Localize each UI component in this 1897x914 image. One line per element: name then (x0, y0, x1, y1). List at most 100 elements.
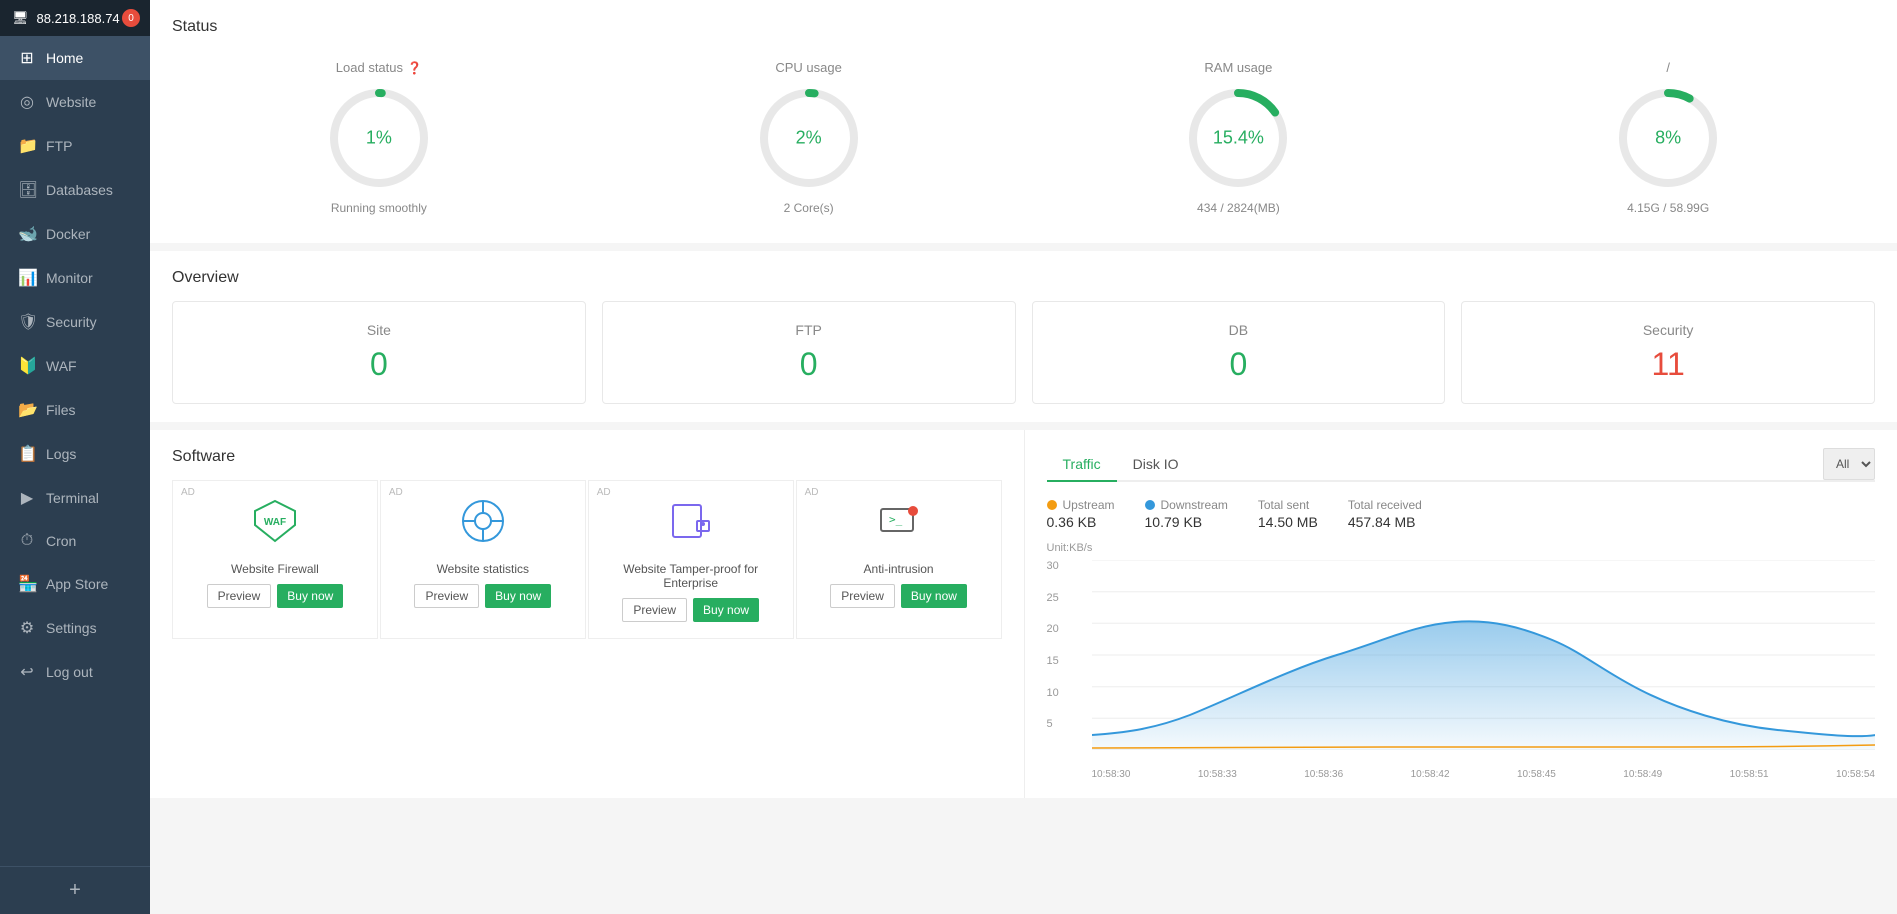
sidebar-icon: 📋 (18, 444, 36, 464)
chart-x-labels: 10:58:3010:58:3310:58:3610:58:4210:58:45… (1092, 769, 1876, 780)
overview-card-site[interactable]: Site 0 (172, 301, 586, 404)
status-card-3: / 8% 4.15G / 58.99G (1461, 50, 1875, 225)
sidebar-icon: 🏪 (18, 574, 36, 594)
traffic-chart-svg (1092, 560, 1876, 750)
ad-badge-2: AD (597, 487, 611, 498)
preview-button-3[interactable]: Preview (830, 584, 895, 608)
help-icon[interactable]: ❓ (407, 61, 422, 75)
stat-value-3: 457.84 MB (1348, 514, 1422, 530)
traffic-stat-1: Downstream 10.79 KB (1145, 498, 1228, 530)
sidebar-item-terminal[interactable]: ▶Terminal (0, 476, 150, 520)
status-card-1: CPU usage 2% 2 Core(s) (602, 50, 1016, 225)
gauge-container-0: 1% (324, 83, 434, 193)
traffic-stat-2: Total sent 14.50 MB (1258, 498, 1318, 530)
status-sublabel-1: 2 Core(s) (784, 201, 834, 215)
sidebar-label: Files (46, 402, 76, 418)
sidebar-icon: 🔰 (18, 356, 36, 376)
buy-button-0[interactable]: Buy now (277, 584, 343, 608)
sidebar-icon: ⊞ (18, 48, 36, 68)
software-item-2: AD Website Tamper-proof for Enterprise P… (588, 480, 794, 639)
status-section: Status Load status❓ 1% Running smoothly … (150, 0, 1897, 243)
sidebar-icon: 🗄 (18, 180, 36, 200)
traffic-tab-traffic[interactable]: Traffic (1047, 448, 1117, 482)
x-label: 10:58:45 (1517, 769, 1556, 780)
overview-label-0: Site (367, 322, 391, 338)
sidebar-item-settings[interactable]: ⚙Settings (0, 606, 150, 650)
overview-value-2: 0 (1229, 346, 1247, 383)
sidebar-ip: 88.218.188.74 (37, 11, 120, 26)
preview-button-0[interactable]: Preview (207, 584, 272, 608)
overview-card-security[interactable]: Security 11 (1461, 301, 1875, 404)
traffic-stat-0: Upstream 0.36 KB (1047, 498, 1115, 530)
buy-button-2[interactable]: Buy now (693, 598, 759, 622)
overview-card-ftp[interactable]: FTP 0 (602, 301, 1016, 404)
sidebar-item-website[interactable]: ◎Website (0, 80, 150, 124)
sidebar-icon: 📁 (18, 136, 36, 156)
sidebar-label: Databases (46, 182, 113, 198)
stat-dot-0 (1047, 500, 1057, 510)
sidebar-item-databases[interactable]: 🗄 Databases (0, 168, 150, 212)
overview-label-2: DB (1229, 322, 1248, 338)
traffic-tab-disk-io[interactable]: Disk IO (1117, 448, 1195, 482)
overview-card-db[interactable]: DB 0 (1032, 301, 1446, 404)
sidebar-add-button[interactable]: + (0, 866, 150, 914)
sidebar-item-logs[interactable]: 📋Logs (0, 432, 150, 476)
traffic-stat-3: Total received 457.84 MB (1348, 498, 1422, 530)
sidebar-icon: 📊 (18, 268, 36, 288)
sidebar-icon: ◎ (18, 92, 36, 112)
preview-button-1[interactable]: Preview (414, 584, 479, 608)
software-icon-1 (459, 497, 507, 554)
y-label: 25 (1047, 592, 1059, 604)
stat-value-1: 10.79 KB (1145, 514, 1228, 530)
status-grid: Load status❓ 1% Running smoothly CPU usa… (172, 50, 1875, 225)
overview-label-1: FTP (795, 322, 821, 338)
sidebar-item-security[interactable]: 🛡Security (0, 300, 150, 344)
traffic-header: Upstream 0.36 KB Downstream 10.79 KB Tot… (1047, 498, 1876, 530)
sidebar-icon: 📂 (18, 400, 36, 420)
overview-value-3: 11 (1652, 346, 1685, 383)
gauge-container-3: 8% (1613, 83, 1723, 193)
traffic-select[interactable]: All (1823, 448, 1875, 480)
chart-y-labels: 30252015105 (1047, 560, 1067, 750)
svg-text:WAF: WAF (264, 517, 286, 528)
buy-button-3[interactable]: Buy now (901, 584, 967, 608)
sidebar-item-files[interactable]: 📂 Files (0, 388, 150, 432)
gauge-value-1: 2% (796, 128, 822, 149)
main-content: Status Load status❓ 1% Running smoothly … (150, 0, 1897, 914)
software-grid: AD WAF Website Firewall Preview Buy now … (172, 480, 1002, 639)
status-sublabel-0: Running smoothly (331, 201, 427, 215)
sidebar-item-log-out[interactable]: ↩Log out (0, 650, 150, 694)
sidebar-item-docker[interactable]: 🐋Docker (0, 212, 150, 256)
unit-label: Unit:KB/s (1047, 542, 1876, 554)
sidebar-item-cron[interactable]: ⏱Cron (0, 520, 150, 562)
ad-badge-0: AD (181, 487, 195, 498)
sidebar-label: Docker (46, 226, 90, 242)
sidebar-item-home[interactable]: ⊞Home (0, 36, 150, 80)
sidebar-label: Log out (46, 664, 93, 680)
gauge-value-0: 1% (366, 128, 392, 149)
buy-button-1[interactable]: Buy now (485, 584, 551, 608)
status-sublabel-2: 434 / 2824(MB) (1197, 201, 1280, 215)
software-name-1: Website statistics (437, 562, 529, 576)
y-label: 30 (1047, 560, 1059, 572)
status-card-0: Load status❓ 1% Running smoothly (172, 50, 586, 225)
sidebar-item-monitor[interactable]: 📊Monitor (0, 256, 150, 300)
waf-icon: WAF (251, 497, 299, 545)
sidebar-icon: 🛡 (18, 312, 36, 332)
sidebar-item-waf[interactable]: 🔰WAF (0, 344, 150, 388)
status-card-label-0: Load status❓ (336, 60, 422, 75)
stat-label-2: Total sent (1258, 498, 1318, 512)
sidebar-header: 🖥 88.218.188.74 0 (0, 0, 150, 36)
sidebar-badge: 0 (122, 9, 140, 27)
stat-label-3: Total received (1348, 498, 1422, 512)
preview-button-2[interactable]: Preview (622, 598, 687, 622)
software-item-0: AD WAF Website Firewall Preview Buy now (172, 480, 378, 639)
server-icon: 🖥 (12, 10, 29, 26)
status-card-label-1: CPU usage (775, 60, 841, 75)
gauge-value-2: 15.4% (1213, 128, 1264, 149)
sidebar-item-ftp[interactable]: 📁FTP (0, 124, 150, 168)
stat-dot-1 (1145, 500, 1155, 510)
y-label: 10 (1047, 687, 1059, 699)
y-label: 15 (1047, 655, 1059, 667)
sidebar-item-app-store[interactable]: 🏪App Store (0, 562, 150, 606)
